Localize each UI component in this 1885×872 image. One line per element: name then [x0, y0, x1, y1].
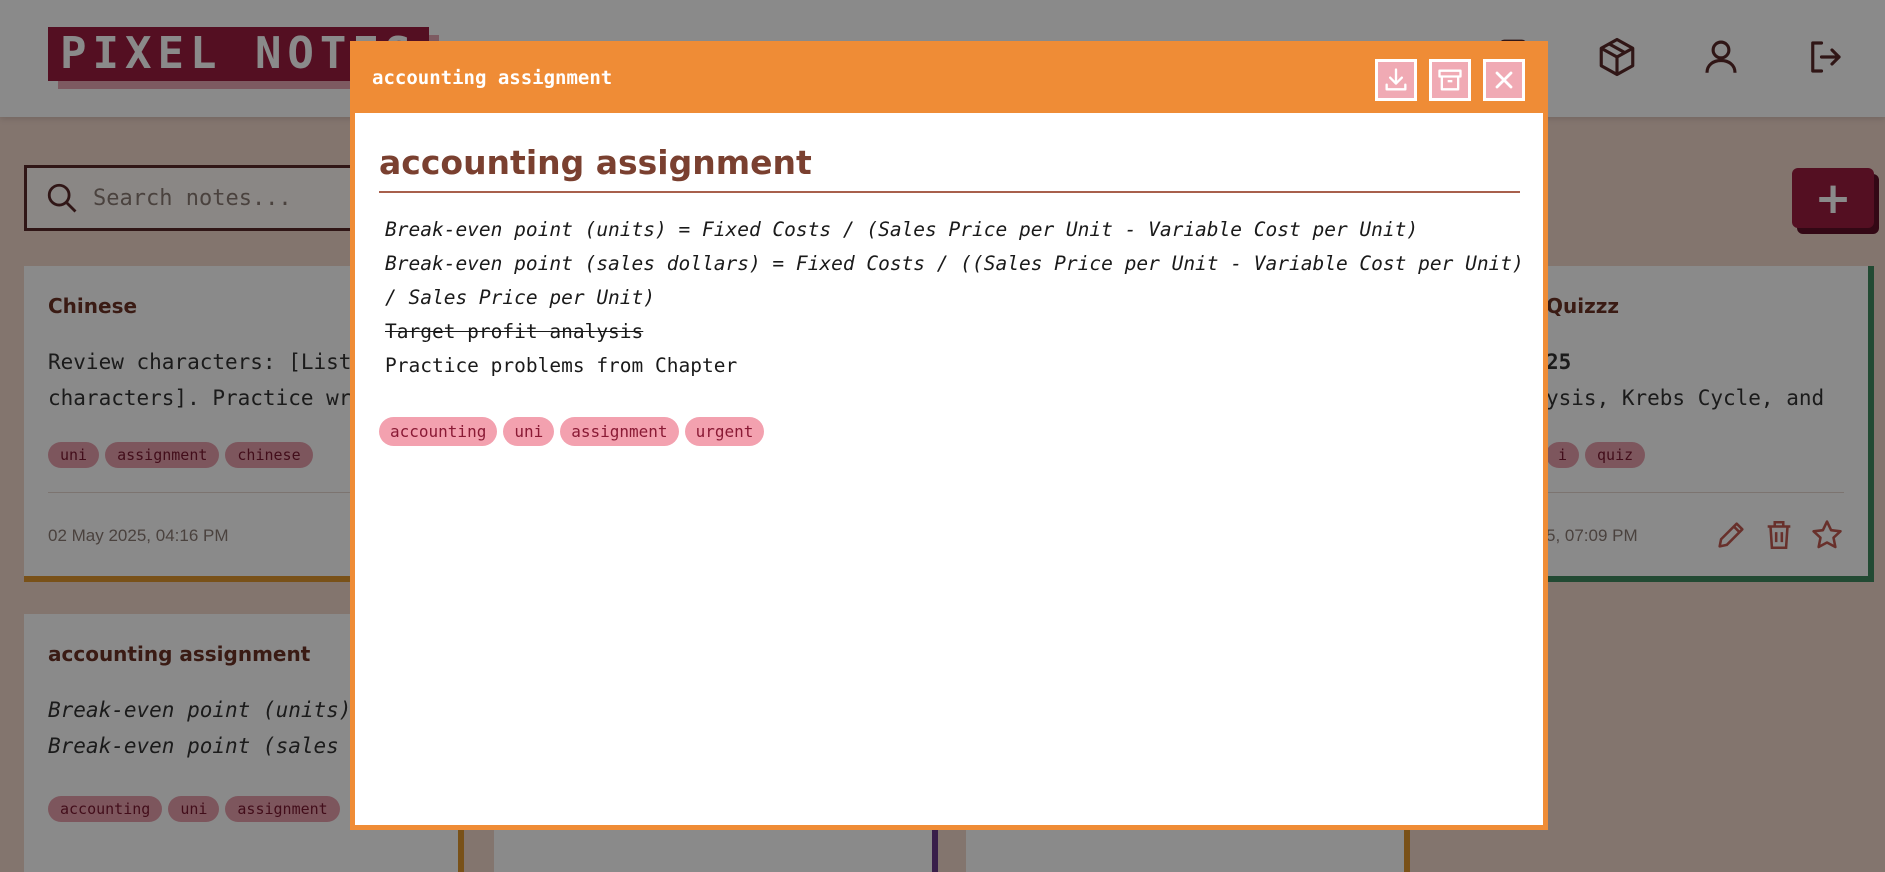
title-divider — [379, 191, 1520, 193]
close-button[interactable] — [1483, 59, 1525, 101]
note-view-modal: accounting assignment accounting assignm… — [350, 41, 1548, 830]
tag-assignment[interactable]: assignment — [560, 417, 679, 446]
tag-uni[interactable]: uni — [503, 417, 555, 446]
tag-accounting[interactable]: accounting — [379, 417, 498, 446]
close-icon — [1495, 71, 1513, 89]
modal-header: accounting assignment — [350, 41, 1548, 113]
tag-urgent[interactable]: urgent — [684, 417, 765, 446]
note-line: / Sales Price per Unit) — [385, 286, 656, 309]
modal-body: accounting assignment Break-even point (… — [355, 113, 1543, 825]
archive-button[interactable] — [1429, 59, 1471, 101]
note-title: accounting assignment — [379, 143, 812, 182]
download-button[interactable] — [1375, 59, 1417, 101]
note-line: Break-even point (sales dollars) = Fixed… — [385, 252, 1524, 275]
modal-header-title: accounting assignment — [372, 67, 613, 89]
note-line-completed: Target profit analysis — [385, 320, 644, 343]
note-content: Break-even point (units) = Fixed Costs /… — [385, 213, 1525, 383]
note-tags: accounting uni assignment urgent — [379, 417, 765, 446]
note-line: Practice problems from Chapter — [385, 354, 738, 377]
note-line: Break-even point (units) = Fixed Costs /… — [385, 218, 1419, 241]
download-icon — [1385, 68, 1407, 91]
archive-icon — [1438, 69, 1462, 91]
